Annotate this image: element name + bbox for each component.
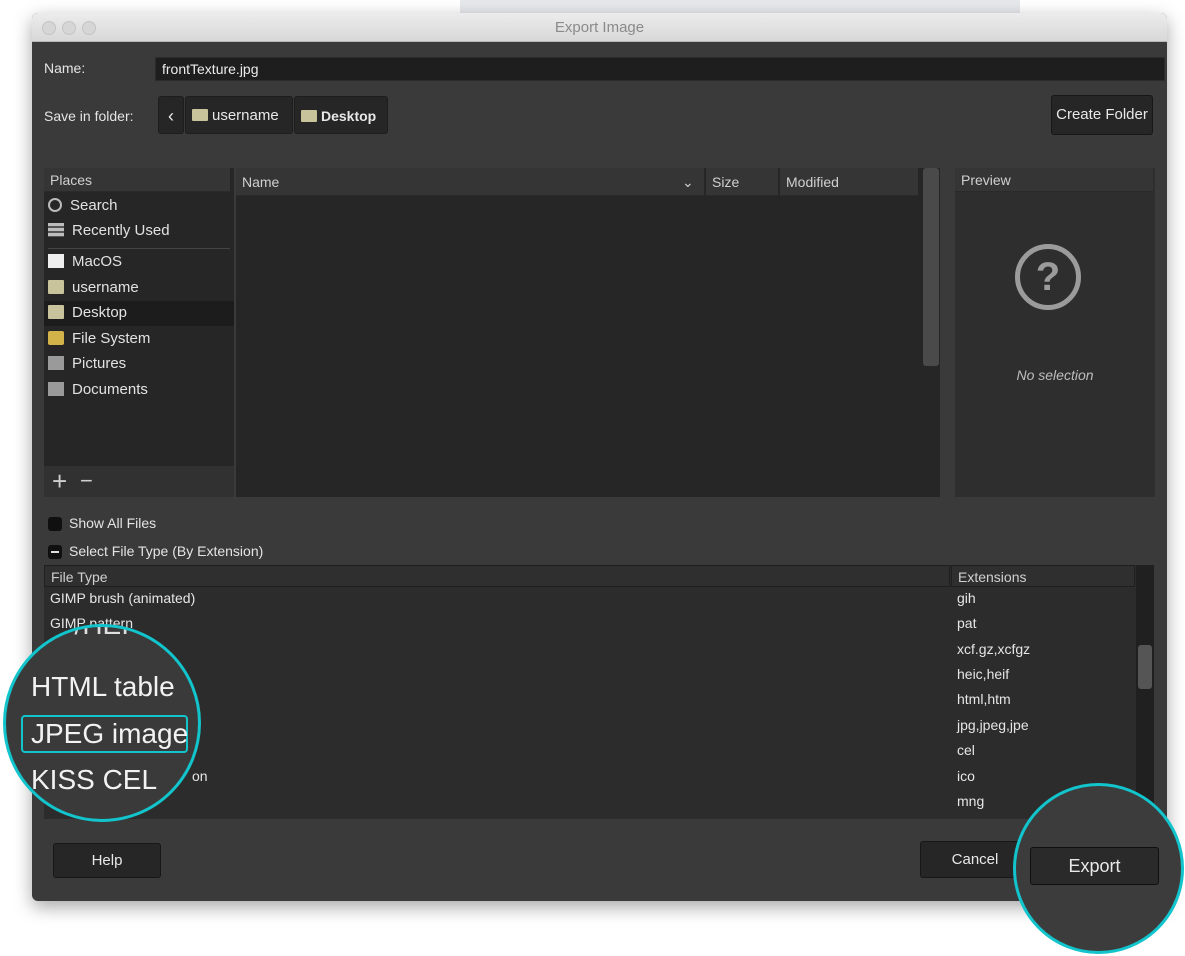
preview-panel: Preview ? No selection [955, 168, 1155, 497]
export-button[interactable]: Export [1030, 847, 1159, 885]
recent-icon [48, 223, 64, 237]
show-all-files-checkbox[interactable] [48, 517, 62, 531]
minus-icon [51, 551, 59, 553]
place-username[interactable]: username [48, 276, 139, 300]
show-all-files-label: Show All Files [69, 515, 157, 531]
place-label: Search [70, 197, 118, 214]
table-row[interactable]: GIMP brush (animated) [50, 586, 195, 611]
table-row-ext: pat [957, 615, 977, 631]
places-header: Places [44, 168, 230, 192]
place-file-system[interactable]: File System [48, 327, 150, 351]
table-row-ext: mng [957, 793, 985, 809]
divider [48, 248, 230, 249]
select-file-type-label: Select File Type (By Extension) [69, 543, 264, 559]
table-row-ext: ico [957, 768, 975, 784]
breadcrumb-desktop[interactable]: Desktop [294, 96, 388, 134]
place-label: Recently Used [72, 222, 170, 239]
filename-input[interactable]: frontTexture.jpg [155, 57, 1165, 81]
create-folder-button[interactable]: Create Folder [1051, 95, 1153, 135]
chevron-left-icon: ‹ [168, 106, 174, 126]
place-label: Documents [72, 381, 148, 398]
table-row-ext: jpg,jpeg,jpe [957, 717, 1029, 733]
select-file-type-expander[interactable] [48, 545, 62, 559]
column-extensions[interactable]: Extensions [951, 565, 1135, 587]
help-button[interactable]: Help [53, 843, 161, 878]
breadcrumb-label: username [212, 107, 279, 124]
column-file-type[interactable]: File Type [44, 565, 950, 587]
table-row-ext: cel [957, 742, 975, 758]
scrollbar-thumb[interactable] [1138, 645, 1152, 689]
place-desktop[interactable]: Desktop [48, 301, 127, 325]
column-size[interactable]: Size [706, 168, 778, 196]
magnified-row-selected[interactable]: JPEG image [31, 718, 188, 750]
file-list[interactable]: Name ⌄ Size Modified [236, 168, 940, 497]
magnified-row: HTML table [31, 671, 175, 702]
breadcrumb-username[interactable]: username [185, 96, 293, 134]
place-label: File System [72, 330, 151, 347]
save-in-folder-label: Save in folder: [44, 108, 134, 124]
remove-place-button[interactable]: − [80, 466, 93, 496]
place-search[interactable]: Search [48, 194, 118, 218]
zoom-magnifier: EIF/HEI HTML table JPEG image KISS CEL M… [3, 624, 201, 822]
name-label: Name: [44, 60, 86, 76]
title-bar: Export Image [32, 13, 1167, 42]
breadcrumb-back-button[interactable]: ‹ [158, 96, 184, 134]
place-recently-used[interactable]: Recently Used [48, 219, 170, 243]
place-label: username [72, 279, 139, 296]
place-label: Desktop [72, 304, 128, 321]
table-row-ext: heic,heif [957, 666, 1010, 682]
place-macos[interactable]: MacOS [48, 250, 122, 274]
add-place-button[interactable]: + [52, 466, 67, 496]
place-pictures[interactable]: Pictures [48, 352, 126, 376]
places-panel: Places Search Recently Used MacOS userna… [44, 168, 234, 497]
magnified-row: EIF/HEI [31, 624, 130, 640]
preview-header: Preview [955, 168, 1153, 192]
drive-icon [48, 331, 64, 345]
search-icon [48, 198, 62, 212]
breadcrumb-label: Desktop [321, 108, 377, 124]
table-row-ext: gih [957, 590, 976, 606]
table-row-ext: html,htm [957, 691, 1011, 707]
folder-icon [192, 109, 208, 121]
export-image-dialog: Export Image Name: frontTexture.jpg Save… [32, 13, 1167, 901]
column-name-label: Name [242, 174, 280, 190]
folder-icon [48, 305, 64, 319]
column-name[interactable]: Name ⌄ [236, 168, 704, 196]
file-icon [48, 254, 64, 268]
folder-icon [48, 382, 64, 396]
magnified-row: KISS CEL [31, 764, 158, 795]
no-selection-text: No selection [1016, 367, 1094, 383]
file-type-scrollbar[interactable] [1136, 565, 1154, 819]
background-window-strip [460, 0, 1020, 14]
table-row-ext: xcf.gz,xcfgz [957, 641, 1031, 657]
place-documents[interactable]: Documents [48, 378, 148, 402]
table-row[interactable]: on [192, 764, 208, 789]
window-title: Export Image [554, 19, 645, 36]
folder-icon [301, 110, 317, 122]
place-label: MacOS [72, 253, 123, 270]
question-icon: ? [1015, 244, 1081, 310]
file-list-scrollbar[interactable] [923, 168, 939, 366]
folder-icon [48, 356, 64, 370]
chevron-down-icon: ⌄ [682, 174, 694, 190]
column-modified[interactable]: Modified [780, 168, 918, 196]
place-label: Pictures [72, 355, 127, 372]
places-toolbar: + − [44, 466, 234, 497]
folder-icon [48, 280, 64, 294]
